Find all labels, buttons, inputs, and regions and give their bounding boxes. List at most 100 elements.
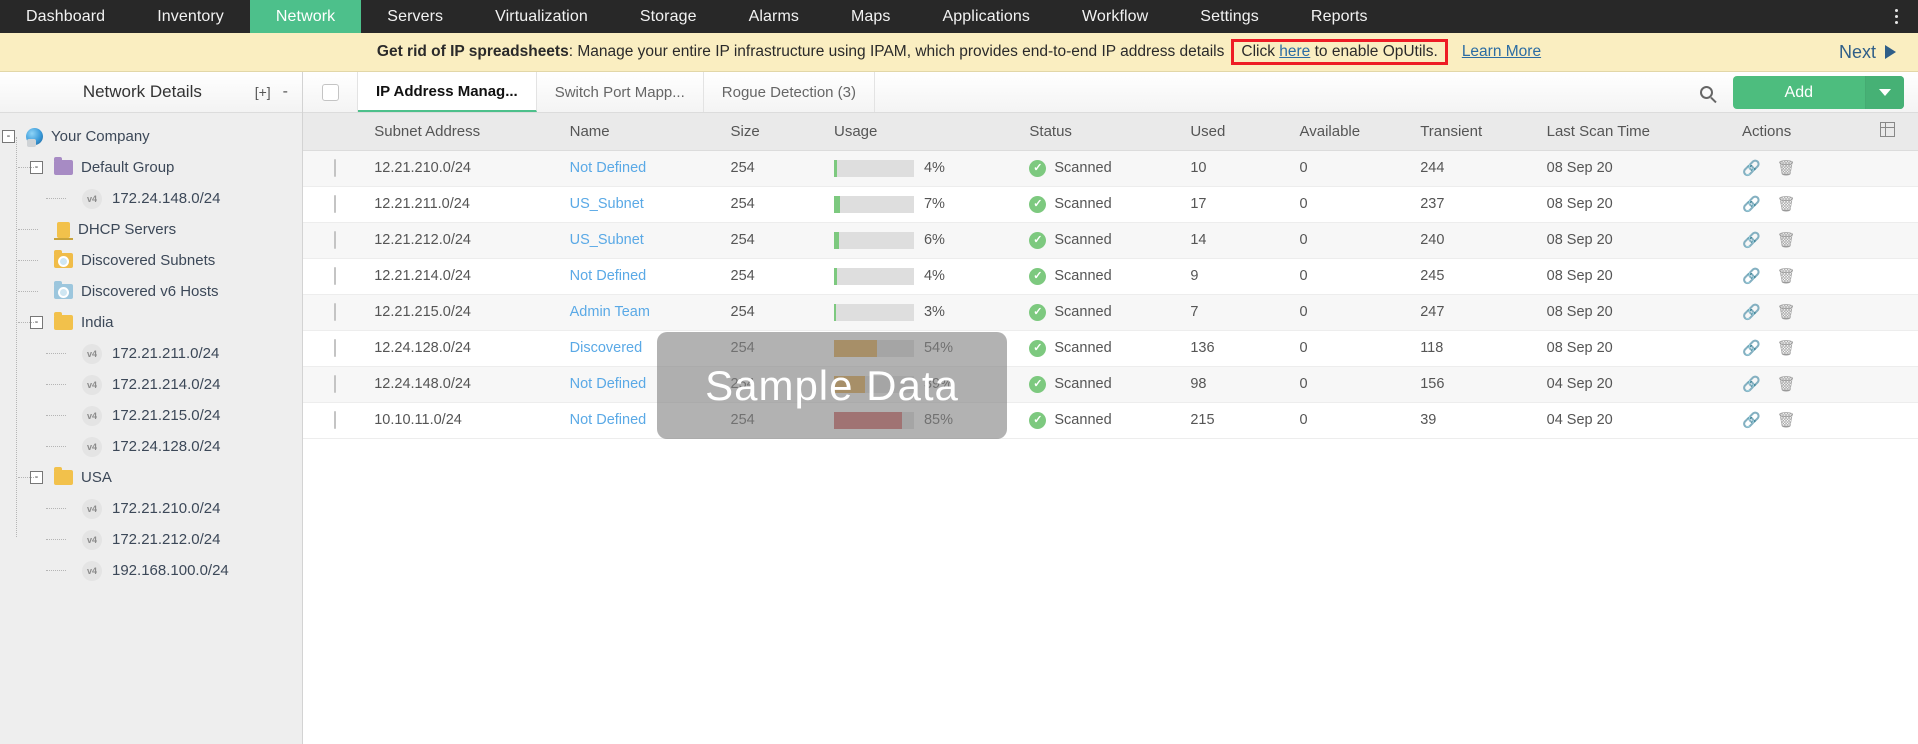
tree-item[interactable]: DHCP Servers xyxy=(0,214,302,245)
subnet-name-link[interactable]: Admin Team xyxy=(570,304,650,320)
table-row[interactable]: 12.21.212.0/24 US_Subnet 254 6% ✓ Scanned 14 0 2… xyxy=(303,222,1918,259)
kebab-menu-icon[interactable] xyxy=(1874,0,1918,33)
banner-next-button[interactable]: Next xyxy=(1839,42,1896,63)
header-transient[interactable]: Transient xyxy=(1412,113,1539,151)
nav-item-maps[interactable]: Maps xyxy=(825,0,917,33)
row-checkbox[interactable] xyxy=(333,339,336,357)
tree-item[interactable]: Discovered Subnets xyxy=(0,245,302,276)
header-last-scan-time[interactable]: Last Scan Time xyxy=(1538,113,1735,151)
header-usage[interactable]: Usage xyxy=(825,113,1022,151)
trash-icon[interactable]: 🗑 xyxy=(1777,267,1796,285)
link-icon[interactable]: 🔗 xyxy=(1742,159,1761,177)
tree-item[interactable]: - India xyxy=(0,307,302,338)
add-button[interactable]: Add xyxy=(1732,76,1904,109)
link-icon[interactable]: 🔗 xyxy=(1742,303,1761,321)
link-icon[interactable]: 🔗 xyxy=(1742,195,1761,213)
table-row[interactable]: 12.21.215.0/24 Admin Team 254 3% ✓ Scanned 7 0 2… xyxy=(303,294,1918,331)
folder-search-v6-icon xyxy=(54,281,73,299)
collapse-all-button[interactable]: - xyxy=(277,83,302,101)
row-checkbox[interactable] xyxy=(333,159,336,177)
subnet-name-link[interactable]: Not Defined xyxy=(570,412,647,428)
nav-item-applications[interactable]: Applications xyxy=(917,0,1056,33)
trash-icon[interactable]: 🗑 xyxy=(1777,159,1796,177)
nav-item-network[interactable]: Network xyxy=(249,0,362,33)
trash-icon[interactable]: 🗑 xyxy=(1777,411,1796,429)
link-icon[interactable]: 🔗 xyxy=(1742,411,1761,429)
table-row[interactable]: 12.21.214.0/24 Not Defined 254 4% ✓ Scanned 9 0… xyxy=(303,258,1918,295)
nav-item-storage[interactable]: Storage xyxy=(614,0,723,33)
cell-transient: 244 xyxy=(1412,150,1539,187)
select-all-checkbox[interactable] xyxy=(321,83,339,101)
tree-item[interactable]: v4 172.21.215.0/24 xyxy=(0,400,302,431)
nav-item-workflow[interactable]: Workflow xyxy=(1056,0,1174,33)
header-available[interactable]: Available xyxy=(1291,113,1413,151)
trash-icon[interactable]: 🗑 xyxy=(1777,195,1796,213)
header-status[interactable]: Status xyxy=(1021,113,1183,151)
add-dropdown-toggle[interactable] xyxy=(1866,76,1904,109)
nav-item-reports[interactable]: Reports xyxy=(1285,0,1394,33)
learn-more-link[interactable]: Learn More xyxy=(1462,43,1541,61)
table-row[interactable]: 10.10.11.0/24 Not Defined 254 85% ✓ Scanned 21… xyxy=(303,402,1918,439)
row-checkbox[interactable] xyxy=(333,375,336,393)
tab-ip-address-management[interactable]: IP Address Manag... xyxy=(358,72,537,112)
nav-item-virtualization[interactable]: Virtualization xyxy=(469,0,614,33)
tree-item[interactable]: v4 172.21.214.0/24 xyxy=(0,369,302,400)
nav-item-alarms[interactable]: Alarms xyxy=(723,0,825,33)
subnet-name-link[interactable]: Not Defined xyxy=(570,268,647,284)
tree-item[interactable]: v4 172.21.211.0/24 xyxy=(0,338,302,369)
tree-item[interactable]: v4 172.21.212.0/24 xyxy=(0,524,302,555)
link-icon[interactable]: 🔗 xyxy=(1742,375,1761,393)
tree-item[interactable]: v4 172.24.128.0/24 xyxy=(0,431,302,462)
subnet-name-link[interactable]: US_Subnet xyxy=(570,232,644,248)
header-name[interactable]: Name xyxy=(561,113,723,151)
nav-item-settings[interactable]: Settings xyxy=(1174,0,1285,33)
table-row[interactable]: 12.24.128.0/24 Discovered 254 54% ✓ Scanned 13… xyxy=(303,330,1918,367)
link-icon[interactable]: 🔗 xyxy=(1742,231,1761,249)
tree-item[interactable]: v4 192.168.100.0/24 xyxy=(0,555,302,586)
search-button[interactable] xyxy=(1681,72,1733,112)
column-chooser-header[interactable] xyxy=(1871,113,1918,151)
link-icon[interactable]: 🔗 xyxy=(1742,339,1761,357)
row-checkbox[interactable] xyxy=(333,195,336,213)
row-actions: 🔗 🗑 xyxy=(1742,159,1864,177)
subnet-name-link[interactable]: Not Defined xyxy=(570,160,647,176)
row-checkbox[interactable] xyxy=(333,411,336,429)
tree-item[interactable]: - USA xyxy=(0,462,302,493)
trash-icon[interactable]: 🗑 xyxy=(1777,375,1796,393)
tree-item[interactable]: v4 172.21.210.0/24 xyxy=(0,493,302,524)
cell-available: 0 xyxy=(1291,150,1413,187)
table-row[interactable]: 12.21.210.0/24 Not Defined 254 4% ✓ Scanned 10… xyxy=(303,150,1918,187)
trash-icon[interactable]: 🗑 xyxy=(1777,231,1796,249)
header-used[interactable]: Used xyxy=(1182,113,1292,151)
nav-item-dashboard[interactable]: Dashboard xyxy=(0,0,131,33)
tree-item[interactable]: - Your Company xyxy=(0,121,302,152)
cell-transient: 237 xyxy=(1412,186,1539,223)
row-checkbox[interactable] xyxy=(333,231,336,249)
promo-cta-link[interactable]: here xyxy=(1279,43,1310,60)
table-row[interactable]: 12.21.211.0/24 US_Subnet 254 7% ✓ Scanned 17 0 2… xyxy=(303,186,1918,223)
tree-toggle[interactable]: - xyxy=(2,130,15,143)
nav-item-servers[interactable]: Servers xyxy=(361,0,469,33)
subnet-name-link[interactable]: US_Subnet xyxy=(570,196,644,212)
expand-all-button[interactable]: [+] xyxy=(249,84,277,100)
subnet-name-link[interactable]: Not Defined xyxy=(570,376,647,392)
tab-switch-port-mapper[interactable]: Switch Port Mapp... xyxy=(537,72,704,112)
tree-item[interactable]: Discovered v6 Hosts xyxy=(0,276,302,307)
cell-subnet-address: 10.10.11.0/24 xyxy=(366,402,562,439)
tree-item[interactable]: - Default Group xyxy=(0,152,302,183)
link-icon[interactable]: 🔗 xyxy=(1742,267,1761,285)
nav-item-inventory[interactable]: Inventory xyxy=(131,0,250,33)
row-checkbox[interactable] xyxy=(333,267,336,285)
header-size[interactable]: Size xyxy=(722,113,826,151)
header-subnet-address[interactable]: Subnet Address xyxy=(366,113,562,151)
tree-item[interactable]: v4 172.24.148.0/24 xyxy=(0,183,302,214)
row-checkbox[interactable] xyxy=(333,303,336,321)
table-header-row: Subnet Address Name Size Usage Status Us… xyxy=(303,113,1918,151)
trash-icon[interactable]: 🗑 xyxy=(1777,303,1796,321)
trash-icon[interactable]: 🗑 xyxy=(1777,339,1796,357)
tab-rogue-detection[interactable]: Rogue Detection (3) xyxy=(704,72,876,112)
usage-percent-label: 3% xyxy=(923,304,945,320)
select-all-cell xyxy=(303,72,358,112)
subnet-name-link[interactable]: Discovered xyxy=(570,340,643,356)
table-row[interactable]: 12.24.148.0/24 Not Defined 254 39% ✓ Scanned 9… xyxy=(303,366,1918,403)
